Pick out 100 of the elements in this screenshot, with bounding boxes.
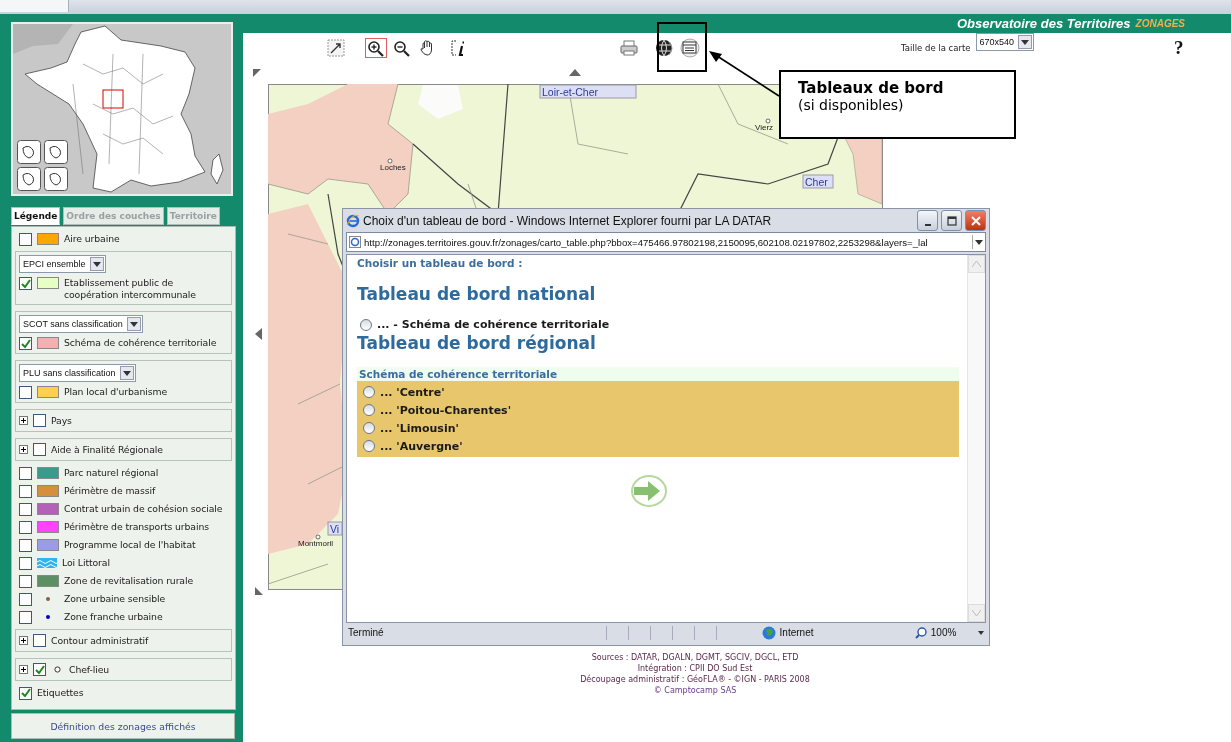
checkbox[interactable] xyxy=(19,466,32,480)
address-url: http://zonages.territoires.gouv.fr/zonages/carto_table.php?bbox=475466.97802198,2150095,602108.02197802,2253298&layers=_lal xyxy=(364,236,929,248)
expand-icon[interactable] xyxy=(19,665,28,674)
dropdown-icon xyxy=(1018,35,1033,49)
expand-icon[interactable] xyxy=(19,636,28,645)
layer-label: Aire urbaine xyxy=(64,233,120,245)
zoning-definitions-button[interactable]: Définition des zonages affichés xyxy=(11,713,235,739)
checkbox[interactable] xyxy=(19,556,32,570)
checkbox[interactable] xyxy=(19,610,32,624)
area-label: Cher xyxy=(802,174,834,189)
expand-icon[interactable] xyxy=(19,416,28,425)
layer-label: Plan local d'urbanisme xyxy=(64,386,169,398)
class-select[interactable]: SCOT sans classification xyxy=(19,315,143,333)
checkbox[interactable] xyxy=(19,538,32,552)
page-icon xyxy=(349,236,361,248)
layer-label: Zone de revitalisation rurale xyxy=(64,575,194,587)
layer-label: Schéma de cohérence territoriale xyxy=(64,337,218,349)
callout-note: (si disponibles) xyxy=(798,97,905,113)
radio-button[interactable] xyxy=(363,404,375,416)
panel-tab[interactable]: Légende xyxy=(11,207,61,225)
checkbox[interactable] xyxy=(33,414,46,427)
layer-label: Aide à Finalité Régionale xyxy=(51,443,163,456)
minimize-button[interactable] xyxy=(917,210,938,231)
print-icon[interactable] xyxy=(619,39,639,57)
section-heading: Tableau de bord régional xyxy=(357,333,597,353)
option-label: ... 'Poitou-Charentes' xyxy=(380,403,511,417)
globe-icon[interactable] xyxy=(653,37,675,59)
pan-arrow-icon[interactable] xyxy=(255,328,262,340)
callout-title: Tableaux de bord xyxy=(798,79,945,97)
maximize-icon xyxy=(946,215,957,226)
close-icon xyxy=(970,215,981,226)
section-heading: Tableau de bord national xyxy=(357,284,597,304)
class-select[interactable]: EPCI ensemble xyxy=(19,255,106,273)
checkbox[interactable] xyxy=(19,484,32,498)
layer-label: Chef-lieu xyxy=(69,663,110,676)
overseas-inset[interactable] xyxy=(44,167,68,191)
layer-label: Etiquettes xyxy=(37,687,84,699)
pan-arrow-icon[interactable] xyxy=(255,587,263,595)
dropdown-icon[interactable] xyxy=(972,235,985,249)
checkbox[interactable] xyxy=(19,592,32,606)
help-button[interactable]: ? xyxy=(1174,37,1184,59)
class-select[interactable]: PLU sans classification xyxy=(19,364,136,382)
radio-button[interactable] xyxy=(363,386,375,398)
prompt-text: Choisir un tableau de bord : xyxy=(357,257,524,269)
dropdown-icon xyxy=(126,317,141,331)
zoom-level[interactable]: 100% xyxy=(930,627,957,638)
dropdown-icon xyxy=(89,257,104,271)
checkbox[interactable] xyxy=(19,574,32,588)
map-size-label: Taille de la carte xyxy=(901,43,971,53)
credits-link[interactable]: © Camptocamp SAS xyxy=(653,685,737,696)
checkbox[interactable] xyxy=(19,502,32,516)
radio-button[interactable] xyxy=(363,422,375,434)
dashboard-icon[interactable] xyxy=(679,37,701,59)
area-label: Loir-et-Cher xyxy=(539,84,637,99)
status-text: Terminé xyxy=(348,627,385,638)
checkbox[interactable] xyxy=(19,386,32,399)
checkbox[interactable] xyxy=(19,277,32,290)
caret-icon[interactable] xyxy=(978,630,984,635)
full-extent-tool-icon[interactable] xyxy=(325,38,347,58)
expand-icon[interactable] xyxy=(19,445,28,454)
layer-label: Périmètre de massif xyxy=(64,485,156,497)
layer-label: Programme local de l'habitat xyxy=(64,539,196,551)
close-button[interactable] xyxy=(965,210,986,231)
zoom-icon[interactable] xyxy=(915,626,927,639)
browser-icon xyxy=(346,213,360,228)
site-title: Observatoire des Territoires xyxy=(956,16,1131,31)
checkbox[interactable] xyxy=(19,686,32,700)
layer-label: Contrat urbain de cohésion sociale xyxy=(64,503,223,515)
checkbox[interactable] xyxy=(19,337,32,350)
radio-button[interactable] xyxy=(363,440,375,452)
address-bar[interactable]: http://zonages.territoires.gouv.fr/zonages/carto_table.php?bbox=475466.97802198,2150095,602108.02197802,2253298&layers=_lal xyxy=(346,232,986,252)
town-label: Loches xyxy=(380,158,406,172)
pan-arrow-icon[interactable] xyxy=(569,69,581,76)
checkbox[interactable] xyxy=(33,663,46,676)
checkbox[interactable] xyxy=(33,634,46,647)
site-brand: ZONAGES xyxy=(1135,18,1185,29)
credits-line: Intégration : CPII DO Sud Est xyxy=(637,663,753,674)
layer-label: Parc naturel régional xyxy=(64,467,159,479)
overseas-inset[interactable] xyxy=(44,140,68,164)
checkbox[interactable] xyxy=(19,232,32,246)
subsection-heading: Schéma de cohérence territoriale xyxy=(357,367,959,381)
checkbox[interactable] xyxy=(33,443,46,456)
pan-arrow-icon[interactable] xyxy=(253,69,261,77)
overseas-inset[interactable] xyxy=(17,140,41,164)
area-label: Vi xyxy=(327,521,343,536)
layer-label: Pays xyxy=(51,414,72,427)
map-size-select[interactable]: 670x540 xyxy=(975,33,1035,51)
maximize-button[interactable] xyxy=(941,210,962,231)
option-label: ... - Schéma de cohérence territoriale xyxy=(377,318,610,331)
zoom-in-tool-icon[interactable] xyxy=(365,38,387,58)
radio-button[interactable] xyxy=(360,318,372,331)
window-title: Choix d'un tableau de bord - Windows Internet Explorer fourni par LA DATAR xyxy=(363,213,773,228)
layer-label: Zone franche urbaine xyxy=(64,611,163,623)
option-label: ... 'Centre' xyxy=(380,385,445,399)
globe-icon xyxy=(762,625,776,640)
option-label: ... 'Limousin' xyxy=(380,421,459,435)
overseas-inset[interactable] xyxy=(17,167,41,191)
layer-label: Loi Littoral xyxy=(62,557,110,569)
credits-line: Découpage administratif : GéoFLA® - ©IGN - PARIS 2008 xyxy=(580,674,810,685)
checkbox[interactable] xyxy=(19,520,32,534)
